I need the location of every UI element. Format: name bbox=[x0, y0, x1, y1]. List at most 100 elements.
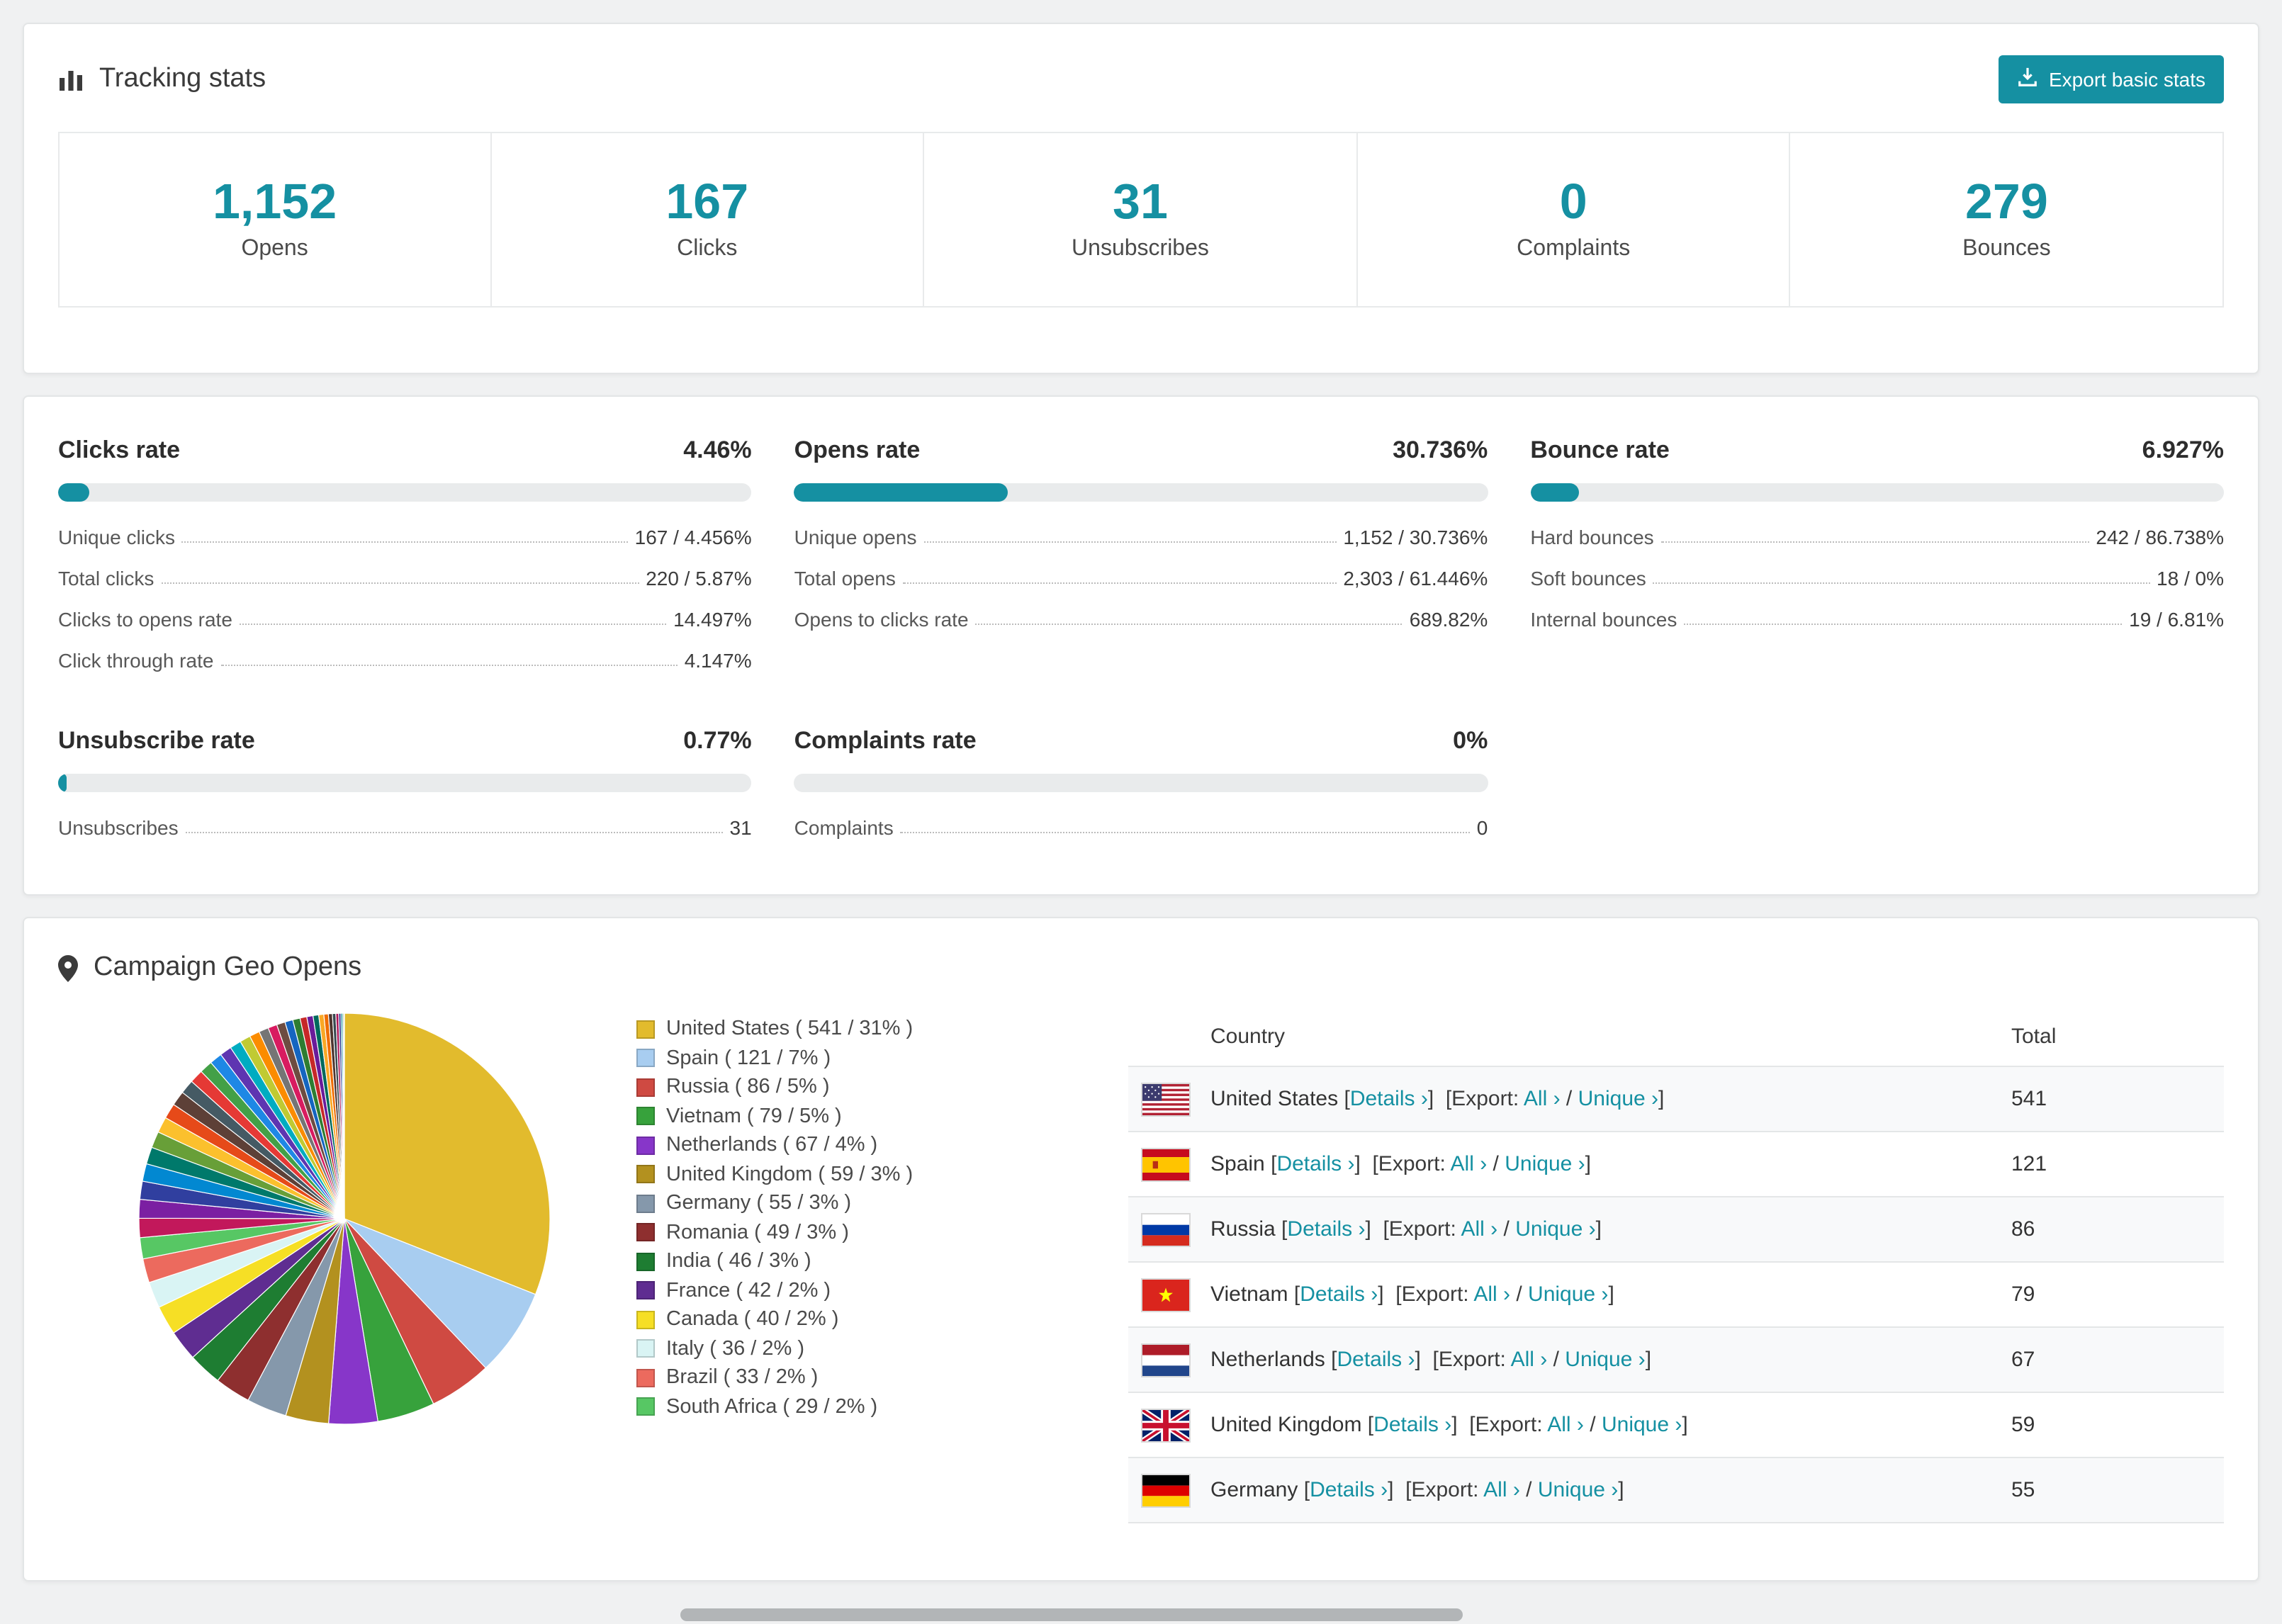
stat-value: 167 bbox=[665, 174, 749, 230]
email-campaign-dashboard: Tracking stats Export basic stats 1,152 O… bbox=[0, 0, 2282, 1624]
geo-table-row: United States [Details ›] [Export: All ›… bbox=[1128, 1067, 2224, 1132]
legend-item[interactable]: Italy ( 36 / 2% ) bbox=[636, 1334, 991, 1363]
legend-item[interactable]: France ( 42 / 2% ) bbox=[636, 1276, 991, 1305]
geo-table-rows: United States [Details ›] [Export: All ›… bbox=[1128, 1067, 2224, 1523]
export-unique-link[interactable]: Unique › bbox=[1515, 1217, 1595, 1241]
legend-item[interactable]: Germany ( 55 / 3% ) bbox=[636, 1189, 991, 1218]
dotted-leader bbox=[923, 541, 1337, 543]
unsubscribe-rate-panel: Unsubscribe rate 0.77% Unsubscribes 31 bbox=[58, 727, 752, 846]
legend-label: Russia ( 86 / 5% ) bbox=[666, 1076, 830, 1099]
dotted-leader bbox=[975, 624, 1403, 625]
rates-card: Clicks rate 4.46% Unique clicks 167 / 4.456… bbox=[23, 395, 2259, 896]
legend-color-swatch bbox=[636, 1252, 655, 1271]
metric-label: Complaints bbox=[794, 816, 894, 839]
stat-label: Complaints bbox=[1517, 237, 1631, 261]
de-flag-icon bbox=[1141, 1473, 1191, 1507]
metric-label: Internal bounces bbox=[1530, 608, 1677, 631]
legend-color-swatch bbox=[636, 1020, 655, 1039]
metric-label: Unique clicks bbox=[58, 526, 175, 548]
export-basic-stats-label: Export basic stats bbox=[2049, 68, 2205, 91]
country-name: Germany bbox=[1210, 1478, 1298, 1502]
rate-percentage: 6.927% bbox=[2142, 436, 2224, 463]
legend-item[interactable]: Netherlands ( 67 / 4% ) bbox=[636, 1131, 991, 1160]
export-unique-link[interactable]: Unique › bbox=[1578, 1087, 1658, 1111]
metric-label: Clicks to opens rate bbox=[58, 608, 232, 631]
details-link[interactable]: Details › bbox=[1287, 1217, 1365, 1241]
progress-bar bbox=[794, 483, 1488, 502]
progress-bar bbox=[58, 774, 752, 792]
details-link[interactable]: Details › bbox=[1300, 1282, 1378, 1307]
geo-opens-card: Campaign Geo Opens United States ( 541 /… bbox=[23, 917, 2259, 1581]
export-unique-link[interactable]: Unique › bbox=[1538, 1478, 1618, 1502]
progress-bar bbox=[1530, 483, 2224, 502]
details-link[interactable]: Details › bbox=[1350, 1087, 1428, 1111]
horizontal-scrollbar-thumb[interactable] bbox=[680, 1608, 1463, 1621]
dotted-leader bbox=[1653, 582, 2150, 584]
rate-percentage: 0.77% bbox=[683, 727, 752, 754]
location-pin-icon bbox=[58, 954, 78, 981]
export-unique-link[interactable]: Unique › bbox=[1565, 1348, 1645, 1372]
legend-color-swatch bbox=[636, 1368, 655, 1387]
stat-label: Bounces bbox=[1962, 237, 2051, 261]
vn-flag-icon bbox=[1141, 1278, 1191, 1312]
legend-label: France ( 42 / 2% ) bbox=[666, 1279, 831, 1302]
legend-label: Germany ( 55 / 3% ) bbox=[666, 1192, 852, 1215]
export-unique-link[interactable]: Unique › bbox=[1505, 1152, 1585, 1176]
legend-item[interactable]: United States ( 541 / 31% ) bbox=[636, 1015, 991, 1044]
export-icon bbox=[2016, 67, 2038, 92]
legend-item[interactable]: Spain ( 121 / 7% ) bbox=[636, 1044, 991, 1073]
dotted-leader bbox=[239, 624, 667, 625]
progress-bar bbox=[794, 774, 1488, 792]
dotted-leader bbox=[220, 665, 678, 666]
export-all-link[interactable]: All › bbox=[1511, 1348, 1548, 1372]
export-all-link[interactable]: All › bbox=[1451, 1152, 1488, 1176]
details-link[interactable]: Details › bbox=[1373, 1413, 1451, 1437]
metric-label: Opens to clicks rate bbox=[794, 608, 969, 631]
details-link[interactable]: Details › bbox=[1337, 1348, 1415, 1372]
us-flag-icon bbox=[1141, 1082, 1191, 1116]
geo-table-row: Netherlands [Details ›] [Export: All › /… bbox=[1128, 1328, 2224, 1393]
country-name: United Kingdom bbox=[1210, 1413, 1362, 1437]
rate-metric-row: Hard bounces 242 / 86.738% bbox=[1530, 514, 2224, 556]
row-links: [Details ›] [Export: All › / Unique ›] bbox=[1298, 1478, 1624, 1502]
stat-opens: 1,152 Opens bbox=[58, 132, 492, 308]
geo-opens-title-text: Campaign Geo Opens bbox=[94, 952, 362, 982]
stat-complaints: 0 Complaints bbox=[1356, 132, 1791, 308]
metric-label: Total clicks bbox=[58, 567, 154, 590]
metric-label: Total opens bbox=[794, 567, 896, 590]
rate-percentage: 30.736% bbox=[1393, 436, 1488, 463]
export-basic-stats-button[interactable]: Export basic stats bbox=[1998, 55, 2224, 103]
geo-table-header: Country Total bbox=[1128, 1006, 2224, 1067]
export-all-link[interactable]: All › bbox=[1524, 1087, 1561, 1111]
export-unique-link[interactable]: Unique › bbox=[1602, 1413, 1682, 1437]
country-name: Netherlands bbox=[1210, 1348, 1325, 1372]
rate-title: Opens rate bbox=[794, 436, 921, 463]
legend-item[interactable]: Vietnam ( 79 / 5% ) bbox=[636, 1102, 991, 1131]
legend-item[interactable]: United Kingdom ( 59 / 3% ) bbox=[636, 1160, 991, 1189]
export-all-link[interactable]: All › bbox=[1483, 1478, 1520, 1502]
legend-item[interactable]: India ( 46 / 3% ) bbox=[636, 1247, 991, 1276]
export-all-link[interactable]: All › bbox=[1473, 1282, 1510, 1307]
rate-metric-row: Clicks to opens rate 14.497% bbox=[58, 597, 752, 638]
legend-item[interactable]: Russia ( 86 / 5% ) bbox=[636, 1073, 991, 1102]
export-all-link[interactable]: All › bbox=[1547, 1413, 1584, 1437]
stats-summary-row: 1,152 Opens 167 Clicks 31 Unsubscribes 0 Compla… bbox=[58, 132, 2224, 308]
legend-color-swatch bbox=[636, 1136, 655, 1155]
export-unique-link[interactable]: Unique › bbox=[1528, 1282, 1608, 1307]
metric-value: 1,152 / 30.736% bbox=[1343, 526, 1488, 548]
legend-item[interactable]: South Africa ( 29 / 2% ) bbox=[636, 1392, 991, 1421]
rate-title: Clicks rate bbox=[58, 436, 180, 463]
legend-item[interactable]: Romania ( 49 / 3% ) bbox=[636, 1218, 991, 1247]
complaints-rate-panel: Complaints rate 0% Complaints 0 bbox=[794, 727, 1488, 846]
geo-table-row: Russia [Details ›] [Export: All › / Uniq… bbox=[1128, 1197, 2224, 1263]
details-link[interactable]: Details › bbox=[1276, 1152, 1354, 1176]
export-all-link[interactable]: All › bbox=[1461, 1217, 1498, 1241]
details-link[interactable]: Details › bbox=[1310, 1478, 1388, 1502]
legend-item[interactable]: Canada ( 40 / 2% ) bbox=[636, 1305, 991, 1334]
legend-label: Vietnam ( 79 / 5% ) bbox=[666, 1105, 842, 1128]
row-links: [Details ›] [Export: All › / Unique ›] bbox=[1288, 1282, 1614, 1307]
tracking-stats-header: Tracking stats Export basic stats bbox=[24, 24, 2258, 132]
geo-opens-title: Campaign Geo Opens bbox=[58, 952, 361, 983]
stat-bounces: 279 Bounces bbox=[1789, 132, 2224, 308]
legend-item[interactable]: Brazil ( 33 / 2% ) bbox=[636, 1363, 991, 1392]
